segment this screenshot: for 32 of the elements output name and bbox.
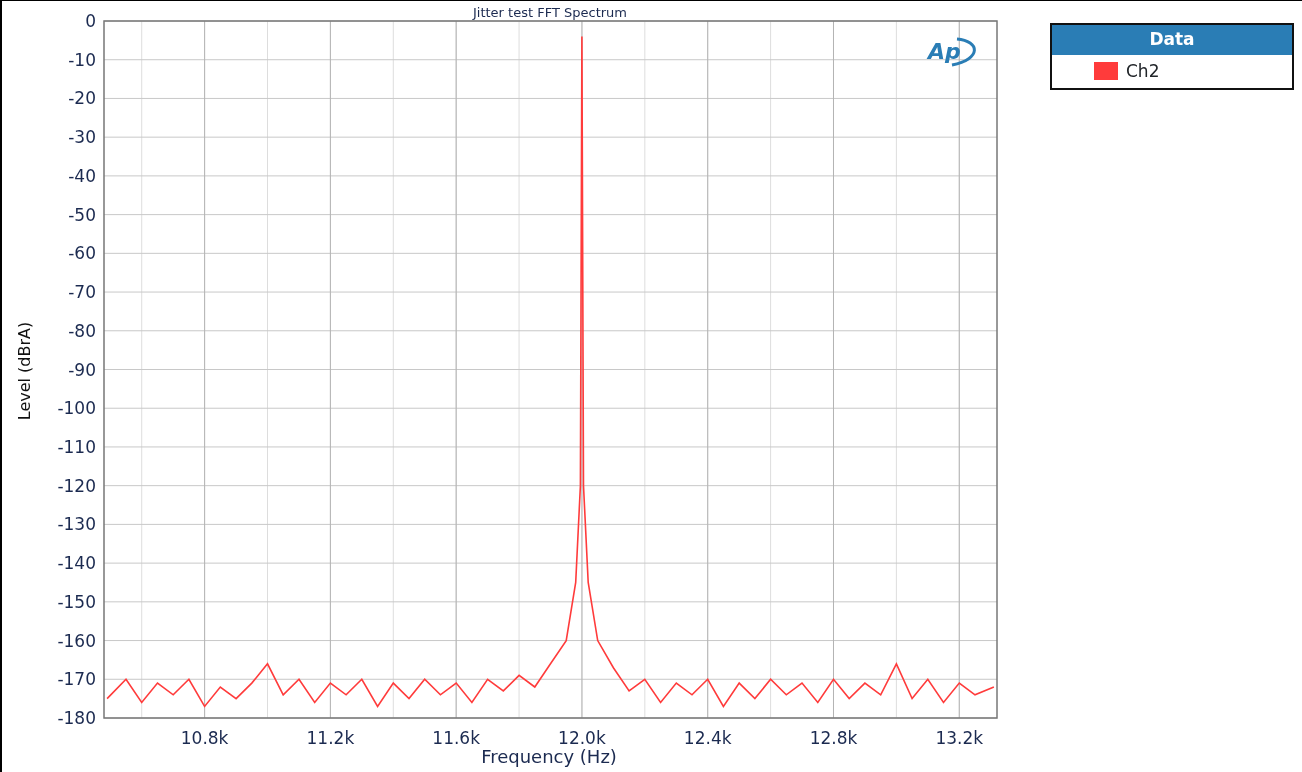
- y-tick-label: -120: [57, 475, 96, 496]
- y-tick-label: -130: [57, 514, 96, 535]
- x-tick-label: 11.6k: [432, 728, 480, 748]
- logo: Ap: [928, 37, 976, 67]
- x-tick-label: 12.8k: [809, 728, 858, 748]
- y-tick-label: -70: [68, 282, 96, 303]
- chart-title: Jitter test FFT Spectrum: [473, 5, 627, 20]
- y-axis-title: Level (dBrA): [15, 321, 34, 421]
- x-axis-title: Frequency (Hz): [481, 746, 617, 767]
- y-tick-label: -140: [57, 553, 96, 574]
- legend-label: Ch2: [1126, 59, 1160, 83]
- y-tick-label: 0: [85, 11, 96, 31]
- x-tick-label: 11.2k: [306, 728, 355, 748]
- y-tick-label: -110: [57, 436, 96, 457]
- legend-title: Data: [1052, 25, 1292, 55]
- x-tick-label: 13.2k: [935, 728, 984, 748]
- y-tick-label: -90: [68, 359, 96, 380]
- y-tick-label: -20: [68, 88, 96, 109]
- y-tick-label: -50: [68, 204, 96, 225]
- x-tick-label: 10.8k: [180, 728, 229, 748]
- y-tick-label: -60: [68, 243, 96, 264]
- x-tick-label: 12.4k: [683, 728, 732, 748]
- y-tick-label: -180: [57, 708, 96, 728]
- y-tick-label: -100: [57, 398, 96, 419]
- y-tick-label: -30: [68, 127, 96, 148]
- y-tick-label: -150: [57, 591, 96, 612]
- y-tick-label: -160: [57, 630, 96, 651]
- y-tick-label: -80: [68, 320, 96, 341]
- x-tick-label: 12.0k: [558, 728, 606, 748]
- y-tick-label: -170: [57, 669, 96, 690]
- y-tick-label: -40: [68, 165, 96, 186]
- y-tick-label: -10: [68, 49, 96, 70]
